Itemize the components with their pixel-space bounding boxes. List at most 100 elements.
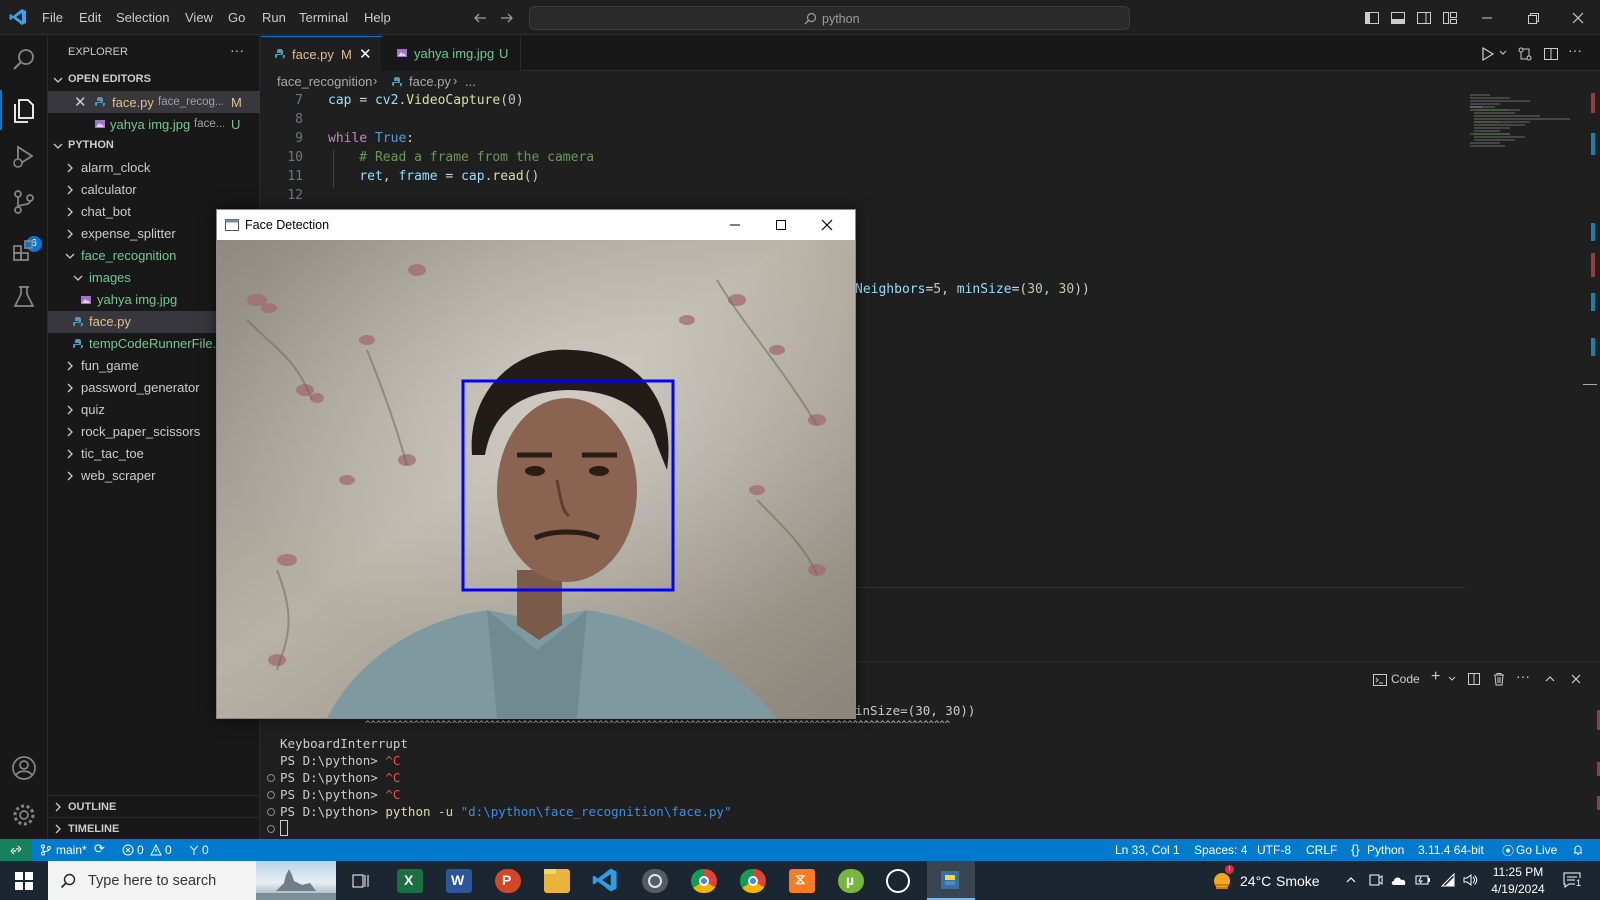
encoding[interactable]: UTF-8 [1257,843,1291,857]
extensions-icon[interactable] [10,236,38,264]
command-decoration-icon[interactable] [267,774,275,782]
face-detection-titlebar[interactable]: Face Detection [217,210,855,240]
sync-icon[interactable]: ⟳ [94,841,105,857]
ports-count[interactable]: 0 [202,843,209,857]
tree-item-alarm-clock[interactable]: alarm_clock [48,157,260,179]
minimize-icon[interactable] [1479,10,1495,26]
restore-icon[interactable] [1525,10,1541,26]
minimize-icon[interactable] [728,218,742,232]
taskbar-search-box[interactable]: Type here to search [48,861,336,900]
command-center[interactable]: python [529,6,1130,30]
maximize-panel-icon[interactable] [1543,672,1557,686]
clock-time[interactable]: 11:25 PM [1488,865,1548,879]
file-explorer-icon[interactable] [544,869,570,893]
utorrent-icon[interactable]: µ [838,869,864,893]
close-tab-icon[interactable]: ✕ [359,45,372,63]
explorer-more-button[interactable]: ··· [230,42,244,58]
toggle-secondary-sidebar-icon[interactable] [1416,10,1432,26]
weather-condition[interactable]: Smoke [1276,873,1320,889]
source-control-icon[interactable] [10,188,38,216]
tree-item-calculator[interactable]: calculator [48,179,260,201]
toggle-sidebar-icon[interactable] [1364,10,1380,26]
excel-icon[interactable]: X [397,869,423,893]
chrome-profile-icon[interactable] [740,869,766,893]
minimap[interactable] [1470,93,1590,153]
open-editor-yahya-img[interactable]: yahya img.jpg face... U [48,113,260,135]
forward-arrow-icon[interactable] [499,10,515,26]
menu-help[interactable]: Help [364,10,391,25]
powerpoint-icon[interactable]: P [495,869,521,893]
customize-layout-icon[interactable] [1442,10,1458,26]
command-decoration-icon[interactable] [267,825,275,833]
breadcrumb-file[interactable]: face.py [409,74,451,89]
command-decoration-icon[interactable] [267,808,275,816]
weather-temperature[interactable]: 24°C [1240,873,1271,889]
back-arrow-icon[interactable] [472,10,488,26]
command-decoration-icon[interactable] [267,791,275,799]
close-icon[interactable] [820,218,834,232]
run-file-icon[interactable] [1480,46,1496,62]
branch-name[interactable]: main* [56,843,87,857]
menu-view[interactable]: View [185,10,213,25]
battery-icon[interactable] [1415,872,1431,888]
menu-file[interactable]: File [42,10,63,25]
menu-go[interactable]: Go [228,10,245,25]
menu-run[interactable]: Run [262,10,286,25]
outline-header[interactable]: OUTLINE [48,795,260,817]
breadcrumb-symbol[interactable]: ... [465,74,476,89]
language-mode[interactable]: Python [1367,843,1404,857]
testing-icon[interactable] [10,283,38,311]
search-icon[interactable] [10,46,38,74]
clock-date[interactable]: 4/19/2024 [1484,882,1552,896]
maximize-icon[interactable] [774,218,788,232]
tab-face-py[interactable]: face.py M ✕ [261,36,381,71]
run-debug-icon[interactable] [10,142,38,170]
run-dropdown-icon[interactable] [1498,48,1508,58]
close-icon[interactable] [1570,10,1586,26]
remote-indicator[interactable] [0,839,32,861]
terminal-name[interactable]: Code [1391,672,1420,686]
notifications-bell-icon[interactable] [1572,844,1584,856]
menu-terminal[interactable]: Terminal [299,10,348,25]
open-editors-header[interactable]: OPEN EDITORS [48,69,260,91]
indentation[interactable]: Spaces: 4 [1194,843,1247,857]
chrome-icon[interactable] [691,869,717,893]
word-icon[interactable]: W [446,869,472,893]
cursor-position[interactable]: Ln 33, Col 1 [1115,843,1180,857]
split-terminal-icon[interactable] [1467,672,1481,686]
split-editor-icon[interactable] [1543,46,1559,62]
face-detection-window[interactable]: Face Detection [216,209,856,719]
end-of-line[interactable]: CRLF [1306,843,1337,857]
folder-header-python[interactable]: PYTHON [48,135,260,157]
tab-yahya-img[interactable]: yahya img.jpg U [381,36,521,71]
menu-edit[interactable]: Edit [79,10,101,25]
python-taskbar-active[interactable] [927,861,975,900]
volume-icon[interactable] [1462,872,1478,888]
editor-more-icon[interactable]: ··· [1568,42,1582,58]
wifi-icon[interactable] [1440,872,1456,888]
trash-icon[interactable] [1492,672,1506,686]
menu-selection[interactable]: Selection [116,10,169,25]
close-panel-icon[interactable] [1569,672,1583,686]
go-live-button[interactable]: Go Live [1516,843,1557,857]
breadcrumb-folder[interactable]: face_recognition [277,74,372,89]
accounts-icon[interactable] [10,754,38,782]
open-editor-face-py[interactable]: ✕ face.py face_recog... M [48,91,260,113]
error-count[interactable]: 0 [137,843,144,857]
meet-now-icon[interactable] [1368,872,1384,888]
xampp-icon[interactable]: ⧖ [789,869,815,893]
vscode-taskbar-icon[interactable] [592,867,618,893]
terminal-dropdown-icon[interactable] [1447,674,1457,684]
task-view-icon[interactable] [351,871,371,891]
windows-start-icon[interactable] [14,871,34,891]
toggle-panel-icon[interactable] [1390,10,1406,26]
timeline-header[interactable]: TIMELINE [48,817,260,839]
chatgpt-icon[interactable] [642,869,668,893]
close-editor-icon[interactable]: ✕ [74,93,87,111]
python-interpreter[interactable]: 3.11.4 64-bit [1418,843,1484,857]
compare-changes-icon[interactable] [1517,46,1533,62]
obs-icon[interactable] [886,869,910,893]
manage-gear-icon[interactable] [10,801,38,829]
panel-more-icon[interactable]: ··· [1516,668,1530,684]
show-hidden-icons-icon[interactable] [1345,874,1357,886]
